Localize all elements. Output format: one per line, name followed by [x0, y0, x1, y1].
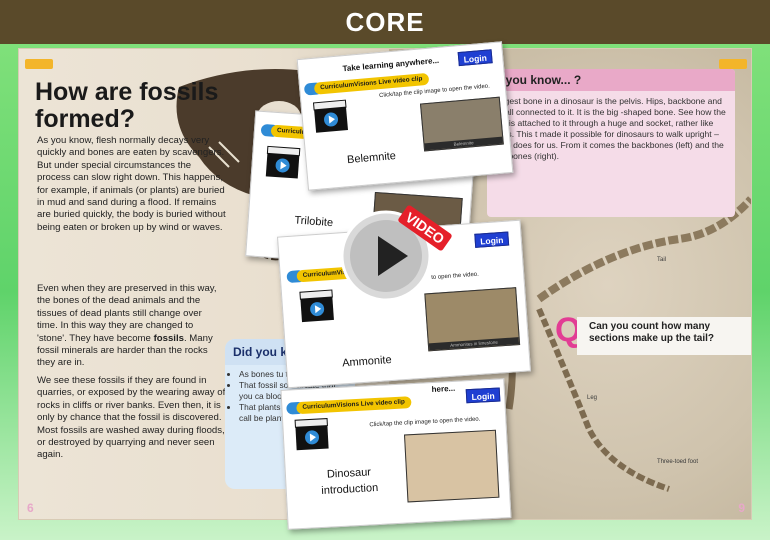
login-button[interactable]: Login — [457, 49, 493, 67]
did-you-know-heading-right: d you know... ? — [487, 69, 735, 91]
video-card-dinosaur-introduction[interactable]: here... Login CurriculumVisions Live vid… — [280, 378, 512, 530]
did-you-know-box-right: d you know... ? largest bone in a dinosa… — [487, 69, 735, 217]
card-title: Ammonite — [341, 354, 393, 370]
leg-label: Leg — [587, 395, 598, 401]
video-thumbnail[interactable]: Belemnite — [419, 96, 504, 152]
card-heading: here... — [431, 383, 456, 395]
video-card-belemnite[interactable]: Take learning anywhere... Login Curricul… — [296, 41, 514, 191]
left-page-number: 6 — [27, 501, 34, 515]
clapperboard-icon — [299, 289, 334, 323]
header-title: CORE — [345, 6, 425, 37]
login-button[interactable]: Login — [465, 387, 501, 404]
prev-page-arrow-icon[interactable] — [25, 59, 53, 69]
question-text: Can you count how many sections make up … — [589, 321, 715, 344]
thumbnail-caption: Ammonites in limestone — [428, 337, 520, 351]
tail-label: Tail — [657, 257, 667, 263]
heading-line-2: formed? — [35, 105, 135, 133]
card-title: Trilobite — [294, 214, 334, 230]
paragraph-2: Even when they are preserved in this way… — [37, 283, 219, 370]
paragraph-2-bold: fossils — [153, 332, 184, 344]
card-title: Belemnite — [346, 149, 397, 167]
card-instruction: to open the video. — [431, 271, 480, 282]
video-thumbnail[interactable]: Ammonites in limestone — [424, 287, 521, 352]
card-instruction: Click/tap the clip image to open the vid… — [369, 416, 481, 429]
curriculum-visions-logo: CurriculumVisions Live video clip — [296, 396, 412, 415]
paragraph-3: We see these fossils if they are found i… — [37, 375, 226, 461]
foot-label: Three-toed foot — [657, 459, 699, 465]
question-box: Can you count how many sections make up … — [577, 317, 751, 355]
paragraph-1: As you know, flesh normally decays very … — [37, 135, 226, 233]
page-heading: How are fossils formed? — [35, 79, 218, 133]
header-bar: CORE — [0, 0, 770, 44]
video-thumbnail[interactable] — [403, 429, 500, 503]
card-title: Dinosaur introduction — [304, 463, 396, 500]
login-button[interactable]: Login — [474, 231, 510, 248]
thumbnail-caption: Belemnite — [424, 136, 503, 151]
clapperboard-icon — [265, 145, 301, 179]
right-page-number: 9 — [738, 501, 745, 515]
did-you-know-text-right: largest bone in a dinosaur is the pelvis… — [495, 96, 726, 161]
clapperboard-icon — [294, 418, 329, 451]
card-title-line-2: introduction — [321, 481, 379, 497]
clapperboard-icon — [312, 99, 349, 133]
heading-line-1: How are fossils — [35, 78, 219, 106]
card-heading: Take learning anywhere... — [342, 55, 440, 74]
